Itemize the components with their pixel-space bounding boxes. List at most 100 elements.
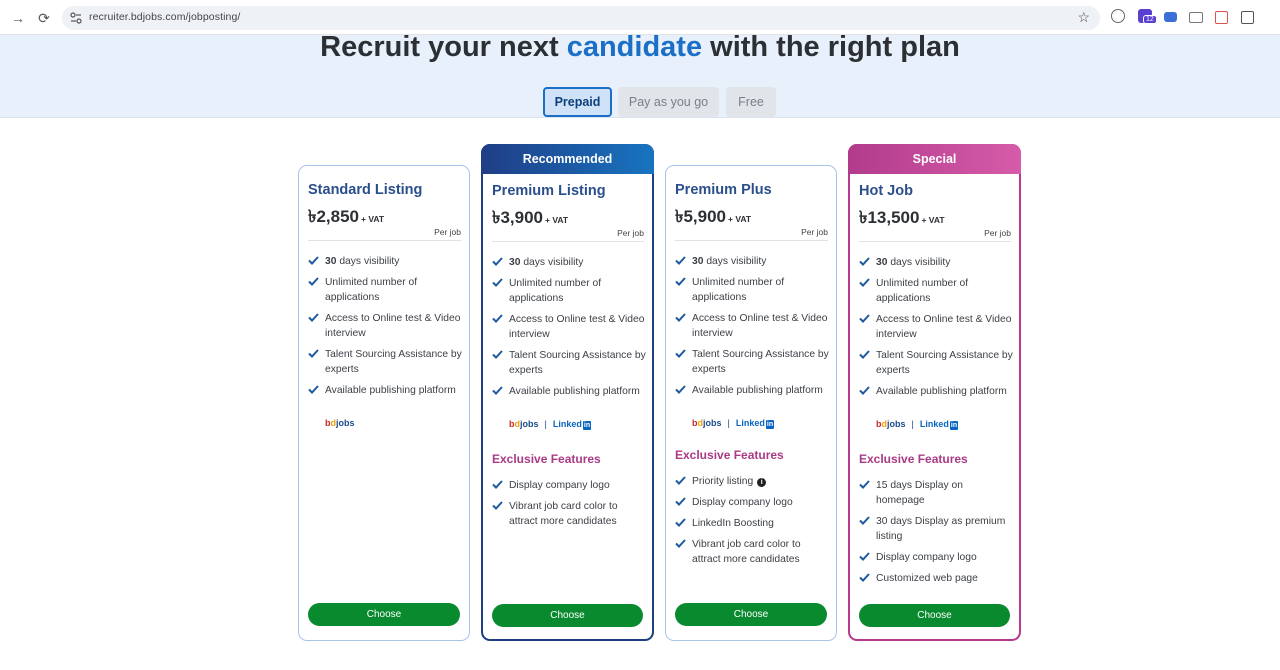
feature-text: Access to Online test & Video interview (325, 313, 461, 339)
feature-item: Talent Sourcing Assistance by experts (308, 347, 463, 377)
check-icon (675, 539, 687, 549)
address-bar[interactable]: recruiter.bdjobs.com/jobposting/ ☆ (62, 6, 1100, 30)
plan-price: ৳3,900 + VAT (492, 205, 568, 233)
feature-item: Access to Online test & Video interview (859, 312, 1013, 342)
check-icon (675, 518, 687, 528)
page-title: Recruit your next candidate with the rig… (0, 31, 1280, 64)
feature-text: days visibility (336, 256, 400, 267)
linkedin-logo: Linked in (552, 419, 592, 430)
feature-item: Available publishing platform (492, 384, 646, 399)
forward-icon[interactable]: → (9, 9, 27, 27)
feature-text: Unlimited number of applications (692, 277, 785, 303)
screenshot-icon[interactable] (1215, 11, 1228, 24)
feature-text: Talent Sourcing Assistance by experts (692, 349, 829, 375)
site-settings-icon[interactable] (70, 12, 82, 24)
feature-text: LinkedIn Boosting (692, 518, 774, 529)
bdjobs-logo: bdjobs (876, 419, 906, 429)
price-vat: + VAT (728, 214, 752, 224)
camera-icon[interactable] (1189, 12, 1203, 23)
feature-text: Available publishing platform (876, 386, 1007, 397)
feature-item: Access to Online test & Video interview (492, 312, 646, 342)
divider (675, 240, 828, 241)
check-icon (492, 314, 504, 324)
plan-price: ৳2,850 + VAT (308, 204, 384, 232)
linkedin-logo: Linked in (919, 419, 959, 430)
divider (492, 241, 644, 242)
feature-item: Unlimited number of applications (492, 276, 646, 306)
choose-button[interactable]: Choose (308, 603, 460, 626)
exclusive-feature-item: Display company logo (675, 495, 830, 510)
check-icon (859, 278, 871, 288)
choose-button[interactable]: Choose (492, 604, 643, 627)
check-icon (492, 257, 504, 267)
exclusive-feature-list: 15 days Display on homepage 30 days Displ… (859, 478, 1013, 592)
feature-bold: 30 (876, 257, 888, 268)
feature-text: 30 days Display as premium listing (876, 516, 1006, 542)
exclusive-feature-item: Display company logo (492, 478, 646, 493)
check-icon (492, 501, 504, 511)
feature-text: Available publishing platform (692, 385, 823, 396)
divider (308, 240, 461, 241)
check-icon (675, 277, 687, 287)
feature-text: Access to Online test & Video interview (692, 313, 828, 339)
extensions-puzzle-icon[interactable] (1241, 11, 1254, 24)
url-text[interactable]: recruiter.bdjobs.com/jobposting/ (89, 11, 240, 23)
feature-item: Talent Sourcing Assistance by experts (675, 347, 830, 377)
feature-text: 15 days Display on homepage (876, 480, 964, 506)
divider (859, 241, 1011, 242)
per-job-label: Per job (801, 227, 828, 237)
check-icon (859, 573, 871, 583)
exclusive-feature-item: Vibrant job card color to attract more c… (675, 537, 830, 567)
per-job-label: Per job (617, 228, 644, 238)
extension-badge-count: 12 (1143, 15, 1157, 24)
check-icon (492, 350, 504, 360)
plan-name: Standard Listing (308, 182, 423, 198)
plan-name: Premium Listing (492, 183, 606, 199)
exclusive-feature-item: 15 days Display on homepage (859, 478, 1013, 508)
tab-pay-as-you-go[interactable]: Pay as you go (618, 87, 719, 117)
reload-icon[interactable]: ⟳ (35, 9, 53, 27)
price-value: ৳2,850 (308, 207, 360, 226)
extension-icon[interactable] (1164, 12, 1177, 22)
logo-separator: | (727, 418, 730, 428)
tab-prepaid[interactable]: Prepaid (543, 87, 612, 117)
bookmark-star-icon[interactable]: ☆ (1077, 9, 1090, 26)
choose-button[interactable]: Choose (859, 604, 1010, 627)
plan-banner: Recommended (481, 144, 654, 174)
check-icon (675, 385, 687, 395)
feature-text: Talent Sourcing Assistance by experts (876, 350, 1013, 376)
feature-list: 30 days visibility Unlimited number of ap… (675, 254, 830, 404)
per-job-label: Per job (434, 227, 461, 237)
logo-separator: | (544, 419, 547, 429)
price-vat: + VAT (921, 215, 945, 225)
bdjobs-logo: bdjobs (325, 418, 355, 428)
feature-item: 30 days visibility (492, 255, 646, 270)
check-icon (308, 256, 320, 266)
feature-item: 30 days visibility (308, 254, 463, 269)
check-icon (492, 386, 504, 396)
feature-text: days visibility (887, 257, 951, 268)
title-text: Recruit your next (320, 31, 559, 63)
check-icon (859, 516, 871, 526)
exclusive-feature-item: LinkedIn Boosting (675, 516, 830, 531)
exclusive-features-title: Exclusive Features (492, 452, 601, 466)
check-icon (675, 476, 687, 486)
choose-button[interactable]: Choose (675, 603, 827, 626)
exclusive-feature-item: Priority listing i (675, 474, 830, 489)
exclusive-feature-item: 30 days Display as premium listing (859, 514, 1013, 544)
bdjobs-logo: bdjobs (509, 419, 539, 429)
extension-icon[interactable] (1111, 9, 1125, 23)
extension-badge-icon[interactable]: 12 (1138, 9, 1157, 24)
check-icon (859, 552, 871, 562)
tab-free[interactable]: Free (726, 87, 776, 117)
platform-logos: bdjobs | Linked in (509, 418, 592, 430)
feature-text: Unlimited number of applications (876, 278, 969, 304)
feature-list: 30 days visibility Unlimited number of ap… (308, 254, 463, 404)
plan-name: Premium Plus (675, 182, 772, 198)
feature-item: Available publishing platform (675, 383, 830, 398)
check-icon (675, 313, 687, 323)
check-icon (859, 314, 871, 324)
check-icon (492, 278, 504, 288)
feature-text: Talent Sourcing Assistance by experts (509, 350, 646, 376)
info-icon[interactable]: i (757, 478, 767, 487)
